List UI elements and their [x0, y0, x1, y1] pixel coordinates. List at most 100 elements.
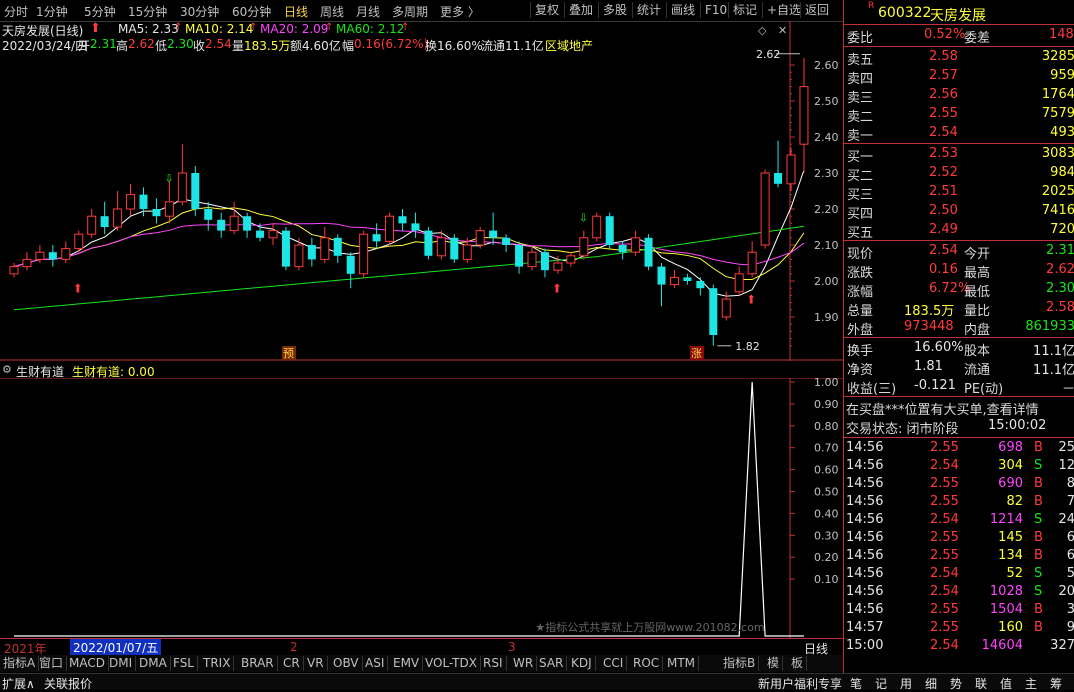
indicator-tab-12[interactable]: EMV — [390, 656, 424, 671]
buy-arrow-icon: ⬆ — [552, 282, 562, 296]
candle — [152, 198, 161, 224]
indicator-tab-11[interactable]: ASI — [362, 656, 389, 671]
price-tick: 2.40 — [814, 131, 839, 144]
tick-side: S — [1034, 566, 1043, 581]
tick-side: S — [1034, 512, 1043, 527]
indicator-tab-3[interactable]: DMI — [106, 656, 137, 671]
bottom-icon-5[interactable]: 联 — [975, 675, 987, 692]
candle — [760, 169, 770, 249]
tick-time: 15:00 — [846, 638, 884, 653]
indicator-tick: 0.70 — [814, 442, 839, 455]
bottom-icon-8[interactable]: 筹 — [1050, 675, 1062, 692]
toolbar-button-1[interactable]: 叠加 — [564, 2, 597, 18]
sell-arrow-icon: ⇩ — [579, 211, 588, 224]
indicator-tab-6[interactable]: TRIX — [200, 656, 235, 671]
tick-volume: 145 — [998, 530, 1023, 545]
tick-price: 2.55 — [930, 494, 959, 509]
toolbar-button-8[interactable]: 返回 — [800, 2, 833, 18]
toolbar-button-7[interactable]: +自选 — [762, 2, 805, 18]
tick-time: 14:56 — [846, 458, 884, 473]
price-tick: 2.10 — [814, 239, 839, 252]
ma20-line — [13, 222, 805, 268]
toolbar-button-3[interactable]: 统计 — [632, 2, 665, 18]
bottom-icon-0[interactable]: 笔 — [850, 675, 862, 692]
bottom-icon-7[interactable]: 主 — [1025, 675, 1037, 692]
gear-icon[interactable]: ⚙ — [2, 363, 12, 376]
weibi-row: 委比 0.52% 委差 148 — [847, 27, 1074, 46]
status-time: 15:00:02 — [988, 418, 1047, 433]
notice-row[interactable]: 在买盘***位置有大买单,查看详情 — [844, 399, 1074, 418]
indicator-tick: 0.30 — [814, 529, 839, 542]
indicator-tab-5[interactable]: FSL — [170, 656, 198, 671]
tick-price: 2.55 — [930, 548, 959, 563]
tick-price: 2.54 — [930, 512, 959, 527]
indicator-tab-14[interactable]: RSI — [480, 656, 507, 671]
tick-price: 2.54 — [930, 638, 959, 653]
candle — [475, 227, 485, 249]
tick-time: 14:56 — [846, 548, 884, 563]
indicator-tab-19[interactable]: ROC — [630, 656, 664, 671]
toolbar-button-0[interactable]: 复权 — [530, 2, 563, 18]
tick-row: 14:56 2.55 82 B 7 — [844, 494, 1074, 512]
stat-value: 183.5万 — [904, 304, 955, 319]
indicator-tab-right-1[interactable]: 模 — [764, 656, 784, 671]
bottom-icon-4[interactable]: 势 — [950, 675, 962, 692]
period-tab-2[interactable]: 5分钟 — [84, 3, 116, 20]
indicator-tab-right-2[interactable]: 板 — [788, 656, 808, 671]
indicator-tab-0[interactable]: 指标A — [0, 656, 40, 671]
period-tab-8[interactable]: 月线 — [356, 3, 380, 20]
indicator-tab-4[interactable]: DMA — [136, 656, 171, 671]
indicator-chart[interactable]: 1.00 0.90 0.80 0.70 0.60 0.50 0.40 0.30 0.20 0.10… — [0, 378, 843, 638]
indicator-tab-9[interactable]: VR — [304, 656, 328, 671]
indicator-tab-8[interactable]: CR — [280, 656, 304, 671]
indicator-tab-right-0[interactable]: 指标B — [720, 656, 760, 671]
toolbar-button-5[interactable]: F10 — [700, 2, 731, 18]
indicator-tab-16[interactable]: SAR — [536, 656, 568, 671]
indicator-tab-20[interactable]: MTM — [664, 656, 700, 671]
period-tab-7[interactable]: 周线 — [320, 3, 344, 20]
period-tab-0[interactable]: 分时 — [4, 3, 28, 20]
buy-arrow-icon: ⬆ — [746, 292, 756, 306]
toolbar-button-2[interactable]: 多股 — [598, 2, 631, 18]
indicator-tab-15[interactable]: WR — [510, 656, 538, 671]
period-tab-1[interactable]: 1分钟 — [36, 3, 68, 20]
candlestick-chart[interactable]: 2.60 2.50 2.40 2.30 2.20 2.10 2.00 1.90 2.62 1.8… — [0, 21, 843, 361]
period-tab-3[interactable]: 15分钟 — [128, 3, 167, 20]
stat-value: 11.1亿 — [1033, 363, 1074, 378]
indicator-tab-7[interactable]: BRAR — [238, 656, 278, 671]
new-user-benefit-link[interactable]: 新用户福利专享 — [758, 675, 842, 692]
related-quote-button[interactable]: 关联报价 — [44, 675, 92, 692]
indicator-tab-13[interactable]: VOL-TDX — [422, 656, 481, 671]
ask-price: 2.55 — [929, 106, 958, 121]
indicator-tab-18[interactable]: CCI — [600, 656, 628, 671]
tick-side: B — [1034, 494, 1043, 509]
bottom-icon-6[interactable]: 值 — [1000, 675, 1012, 692]
candle — [333, 234, 342, 263]
stat-value: 11.1亿 — [1033, 344, 1074, 359]
tick-side: B — [1034, 620, 1043, 635]
indicator-tab-2[interactable]: MACD — [66, 656, 109, 671]
indicator-tab-1[interactable]: 窗口 — [36, 656, 68, 671]
bottom-icon-3[interactable]: 细 — [925, 675, 937, 692]
bottom-icon-1[interactable]: 记 — [875, 675, 887, 692]
price-tick: 2.60 — [814, 59, 839, 72]
ask-price: 2.57 — [929, 68, 958, 83]
status-label: 交易状态: 闭市阶段 — [846, 422, 959, 437]
period-tab-9[interactable]: 多周期 — [392, 3, 428, 20]
indicator-tab-10[interactable]: OBV — [330, 656, 363, 671]
axis-cursor-date: 2022/01/07/五 — [70, 639, 162, 656]
ma5-line — [13, 169, 805, 297]
ask-volume: 3285 — [1041, 49, 1074, 64]
period-tab-5[interactable]: 60分钟 — [232, 3, 271, 20]
period-tab-4[interactable]: 30分钟 — [180, 3, 219, 20]
expand-button[interactable]: 扩展∧ — [2, 675, 35, 692]
toolbar-button-4[interactable]: 画线 — [666, 2, 699, 18]
big-order-notice[interactable]: 在买盘***位置有大买单,查看详情 — [846, 399, 1039, 418]
period-tab-6[interactable]: 日线 — [284, 3, 308, 20]
bid-row: 买五 2.49 720 — [847, 222, 1074, 241]
ask-price: 2.56 — [929, 87, 958, 102]
period-tab-10[interactable]: 更多 〉 — [440, 3, 480, 20]
bottom-icon-2[interactable]: 用 — [900, 675, 912, 692]
toolbar-button-6[interactable]: 标记 — [728, 2, 761, 18]
indicator-tab-17[interactable]: KDJ — [568, 656, 596, 671]
